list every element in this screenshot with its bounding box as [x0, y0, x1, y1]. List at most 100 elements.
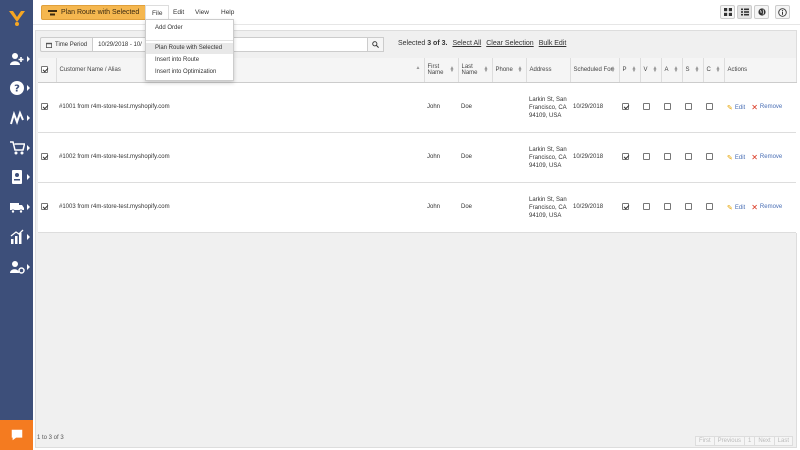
col-a-label: A	[664, 66, 669, 73]
v-checkbox[interactable]	[643, 203, 650, 211]
chat-button[interactable]	[0, 420, 33, 450]
sidebar-item-addresses[interactable]	[0, 163, 33, 191]
plan-route-button[interactable]: Plan Route with Selected	[41, 5, 148, 20]
p-checkbox[interactable]	[622, 203, 629, 211]
sidebar-item-routes[interactable]	[0, 104, 33, 132]
c-checkbox[interactable]	[706, 203, 713, 211]
grid-icon	[723, 8, 732, 16]
search-button[interactable]	[368, 37, 385, 52]
col-address-label: Address	[529, 66, 552, 73]
menu-item-insert-route[interactable]: Insert into Route	[146, 55, 233, 66]
clear-selection-link[interactable]: Clear Selection	[486, 40, 533, 47]
pager-next[interactable]: Next	[754, 436, 775, 446]
v-checkbox[interactable]	[643, 103, 650, 111]
col-actions-label: Actions	[727, 66, 748, 73]
col-v[interactable]: V ▲ ▼	[640, 58, 662, 83]
list-view-button[interactable]	[737, 5, 752, 19]
col-actions: Actions	[724, 58, 797, 83]
pager-first[interactable]: First	[694, 436, 715, 446]
edit-button[interactable]: ✎ Edit	[727, 204, 745, 212]
col-last-name[interactable]: Last Name ▲ ▼	[458, 58, 493, 83]
address-book-icon	[11, 170, 22, 184]
s-checkbox[interactable]	[685, 103, 692, 111]
col-phone[interactable]: Phone ▲ ▼	[492, 58, 527, 83]
grid-view-button[interactable]	[720, 5, 735, 19]
col-address[interactable]: Address	[526, 58, 571, 83]
selection-summary: Selected 3 of 3. Select All Clear Select…	[398, 40, 566, 47]
table-row[interactable]: #1001 from r4m-store-test.myshopify.com …	[38, 82, 796, 133]
s-checkbox[interactable]	[685, 153, 692, 161]
select-all-checkbox[interactable]	[41, 66, 48, 74]
edit-button[interactable]: ✎ Edit	[727, 154, 745, 162]
row-checkbox[interactable]	[41, 203, 48, 211]
pager-previous[interactable]: Previous	[713, 436, 745, 446]
v-checkbox[interactable]	[643, 153, 650, 161]
menu-item-plan-route[interactable]: Plan Route with Selected	[146, 43, 233, 54]
scheduled-cell: 10/29/2018	[570, 82, 619, 133]
chevron-right-icon	[27, 234, 30, 240]
globe-icon	[757, 8, 766, 16]
col-scheduled[interactable]: Scheduled For ▲ ▼	[570, 58, 620, 83]
sidebar-item-orders[interactable]	[0, 134, 33, 162]
time-period-label[interactable]: Time Period	[40, 37, 94, 52]
menu-help[interactable]: Help	[215, 5, 240, 20]
sidebar-item-vehicles[interactable]	[0, 193, 33, 221]
col-s[interactable]: S ▲ ▼	[682, 58, 704, 83]
a-checkbox[interactable]	[664, 153, 671, 161]
col-p[interactable]: P ▲ ▼	[619, 58, 641, 83]
menu-item-insert-optimization[interactable]: Insert into Optimization	[146, 67, 233, 78]
logo[interactable]	[0, 0, 33, 36]
route-icon	[9, 110, 24, 125]
bulk-edit-link[interactable]: Bulk Edit	[539, 40, 567, 47]
remove-button[interactable]: ✕ Remove	[751, 203, 782, 212]
last-name-cell: Doe	[458, 82, 492, 133]
edit-button[interactable]: ✎ Edit	[727, 104, 745, 112]
c-checkbox[interactable]	[706, 153, 713, 161]
sidebar-item-user-settings[interactable]	[0, 253, 33, 281]
col-first-name[interactable]: First Name ▲ ▼	[424, 58, 459, 83]
s-checkbox[interactable]	[685, 203, 692, 211]
map-view-button[interactable]	[754, 5, 769, 19]
sidebar-item-help[interactable]: ?	[0, 74, 33, 102]
a-checkbox[interactable]	[664, 103, 671, 111]
phone-cell	[492, 82, 526, 133]
table-row[interactable]: #1003 from r4m-store-test.myshopify.com …	[38, 182, 796, 233]
pager-last[interactable]: Last	[773, 436, 793, 446]
col-a[interactable]: A ▲ ▼	[661, 58, 683, 83]
col-customer[interactable]: Customer Name / Alias ▲	[56, 58, 425, 83]
menu-item-add-order[interactable]: Add Order	[146, 23, 233, 34]
c-checkbox[interactable]	[706, 103, 713, 111]
selected-prefix: Selected	[398, 40, 426, 47]
menu-view[interactable]: View	[189, 5, 215, 20]
chevron-right-icon	[27, 145, 30, 151]
p-checkbox[interactable]	[622, 153, 629, 161]
chevron-right-icon	[27, 115, 30, 121]
last-name-cell: Doe	[458, 182, 492, 233]
p-checkbox[interactable]	[622, 103, 629, 111]
sort-icon: ▲ ▼	[483, 65, 489, 74]
menu-edit[interactable]: Edit	[167, 5, 190, 20]
select-all-header[interactable]	[38, 58, 57, 83]
time-period-text: Time Period	[55, 41, 88, 48]
scheduled-cell: 10/29/2018	[570, 132, 619, 183]
chevron-right-icon	[27, 204, 30, 210]
col-c[interactable]: C ▲ ▼	[703, 58, 725, 83]
row-checkbox[interactable]	[41, 103, 48, 111]
customer-cell: #1002 from r4m-store-test.myshopify.com	[56, 132, 424, 183]
sidebar-item-analytics[interactable]	[0, 223, 33, 251]
menu-divider	[146, 40, 233, 41]
info-button[interactable]	[775, 5, 790, 19]
remove-button[interactable]: ✕ Remove	[751, 103, 782, 112]
address-cell: Larkin St, San Francisco, CA 94109, USA	[526, 132, 570, 183]
col-s-label: S	[685, 66, 690, 73]
plan-route-label: Plan Route with Selected	[61, 9, 140, 16]
menu-file[interactable]: File	[145, 5, 170, 20]
sidebar-item-add-user[interactable]	[0, 45, 33, 73]
info-icon	[778, 7, 787, 17]
a-checkbox[interactable]	[664, 203, 671, 211]
select-all-link[interactable]: Select All	[452, 40, 481, 47]
col-phone-label: Phone	[495, 66, 513, 73]
row-checkbox[interactable]	[41, 153, 48, 161]
remove-button[interactable]: ✕ Remove	[751, 153, 782, 162]
table-row[interactable]: #1002 from r4m-store-test.myshopify.com …	[38, 132, 796, 183]
